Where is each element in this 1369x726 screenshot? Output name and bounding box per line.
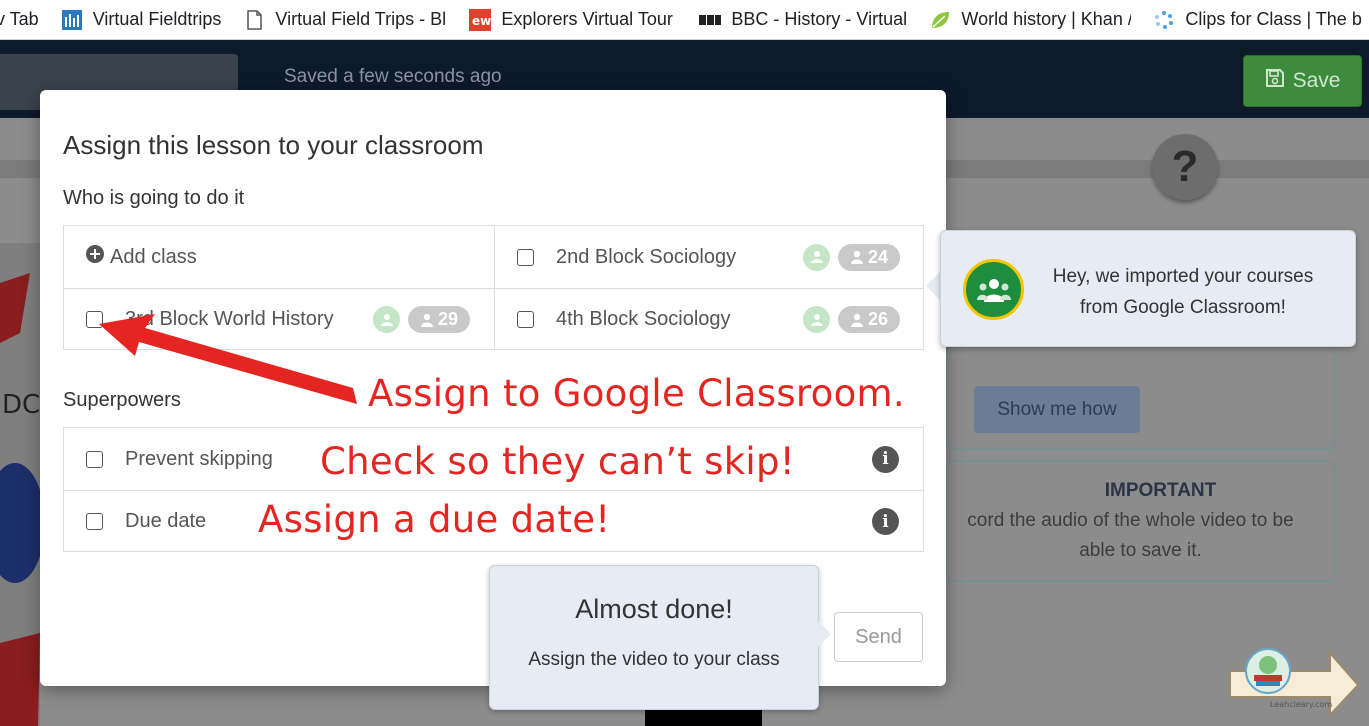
bookmark-label: Virtual Fieldtrips [92, 9, 222, 29]
svg-text:ew: ew [472, 14, 491, 28]
option-label: Prevent skipping [125, 447, 273, 470]
bookmark-explorers-virtual-tour[interactable]: ew Explorers Virtual Tour [469, 0, 677, 39]
class-option[interactable]: 4th Block Sociology 26 [494, 288, 924, 350]
leahcleary-watermark: Leahcleary.com [1228, 645, 1360, 718]
save-label: Save [1292, 69, 1341, 92]
svg-text:DC: DC [2, 390, 40, 420]
google-classroom-icon [803, 306, 830, 333]
bookmarks-bar: v Tab Virtual Fieldtrips Virtual Field T… [0, 0, 1369, 40]
info-icon[interactable]: i [872, 508, 899, 535]
info-icon[interactable]: i [872, 445, 899, 473]
tooltip-body: Assign the video to your class [528, 649, 780, 670]
save-button[interactable]: Save [1243, 55, 1362, 107]
google-classroom-icon [803, 243, 830, 271]
annotation-due-date: Assign a due date! [258, 498, 611, 541]
bookmark-virtual-fieldtrips[interactable]: Virtual Fieldtrips [61, 0, 222, 39]
bbc-logo-icon [699, 9, 722, 31]
annotation-assign: Assign to Google Classroom. [368, 372, 905, 415]
class-name: 4th Block Sociology [556, 308, 731, 330]
important-text-line2: able to save it. [1079, 540, 1202, 561]
send-button[interactable]: Send [834, 612, 923, 662]
bookmark-label: Clips for Class | The b [1185, 9, 1362, 29]
modal-title: Assign this lesson to your classroom [63, 130, 484, 160]
option-label: Due date [125, 510, 207, 532]
help-button[interactable]: ? [1152, 134, 1218, 200]
google-classroom-icon [373, 306, 400, 333]
red-arrow-annotation [99, 314, 357, 404]
add-class-label: Add class [110, 245, 197, 268]
class-name: 2nd Block Sociology [556, 245, 737, 268]
bookmark-label: Explorers Virtual Tour [501, 9, 673, 29]
bookmark-label: Virtual Field Trips - Bl [275, 9, 447, 29]
document-icon [243, 9, 265, 31]
annotation-skip: Check so they can’t skip! [320, 440, 795, 483]
floppy-disk-icon [1265, 68, 1285, 94]
bookmark-new-tab[interactable]: v Tab [0, 0, 39, 39]
tooltip-pointer [926, 272, 940, 300]
tooltip-title: Almost done! [575, 594, 733, 624]
student-count-badge: 26 [838, 306, 900, 333]
class-checkbox[interactable] [517, 248, 534, 266]
who-label: Who is going to do it [63, 187, 245, 209]
bookmark-label: v Tab [0, 9, 39, 29]
student-count: 26 [867, 309, 889, 329]
google-classroom-tooltip: Hey, we imported your courses from Googl… [940, 230, 1356, 347]
person-icon [420, 313, 433, 327]
bookmark-bbc-history[interactable]: BBC - History - Virtual [699, 0, 908, 39]
due-date-checkbox[interactable] [86, 513, 103, 530]
video-thumbnail: DC [0, 243, 40, 726]
tooltip-pointer [817, 620, 831, 648]
tooltip-message: Hey, we imported your courses from Googl… [1052, 266, 1314, 318]
important-text-line1: cord the audio of the whole video to be [967, 510, 1294, 531]
blue-tile-icon [61, 9, 83, 31]
student-count-badge: 29 [408, 306, 470, 333]
bookmark-label: BBC - History - Virtual [731, 9, 908, 29]
student-count-badge: 24 [838, 243, 900, 271]
save-status: Saved a few seconds ago [284, 66, 502, 87]
class-checkbox[interactable] [517, 311, 534, 328]
bookmark-virtual-field-trips-blog[interactable]: Virtual Field Trips - Bl [243, 0, 447, 39]
person-icon [850, 313, 863, 327]
prevent-skipping-checkbox[interactable] [86, 450, 103, 468]
google-classroom-icon [963, 259, 1024, 320]
student-count: 29 [437, 309, 459, 329]
spinner-icon [1153, 9, 1175, 31]
leaf-icon [929, 9, 951, 31]
bookmark-label: World history | Khan / [961, 9, 1132, 29]
plus-circle-icon [86, 245, 104, 269]
almost-done-tooltip: Almost done! Assign the video to your cl… [489, 565, 819, 710]
bookmark-clips-for-class[interactable]: Clips for Class | The b [1153, 0, 1369, 39]
important-title: IMPORTANT [1104, 480, 1217, 501]
add-class-button[interactable]: Add class [64, 226, 494, 288]
student-count: 24 [867, 246, 889, 267]
bookmark-khan-world-history[interactable]: World history | Khan / [929, 0, 1132, 39]
important-card: IMPORTANT cord the audio of the whole vi… [946, 460, 1335, 582]
watermark-site: Leahcleary.com [1270, 700, 1332, 709]
person-icon [850, 250, 863, 264]
ew-logo-icon: ew [469, 8, 492, 31]
class-option[interactable]: 2nd Block Sociology 24 [494, 226, 924, 288]
show-me-how-button[interactable]: Show me how [974, 386, 1140, 433]
